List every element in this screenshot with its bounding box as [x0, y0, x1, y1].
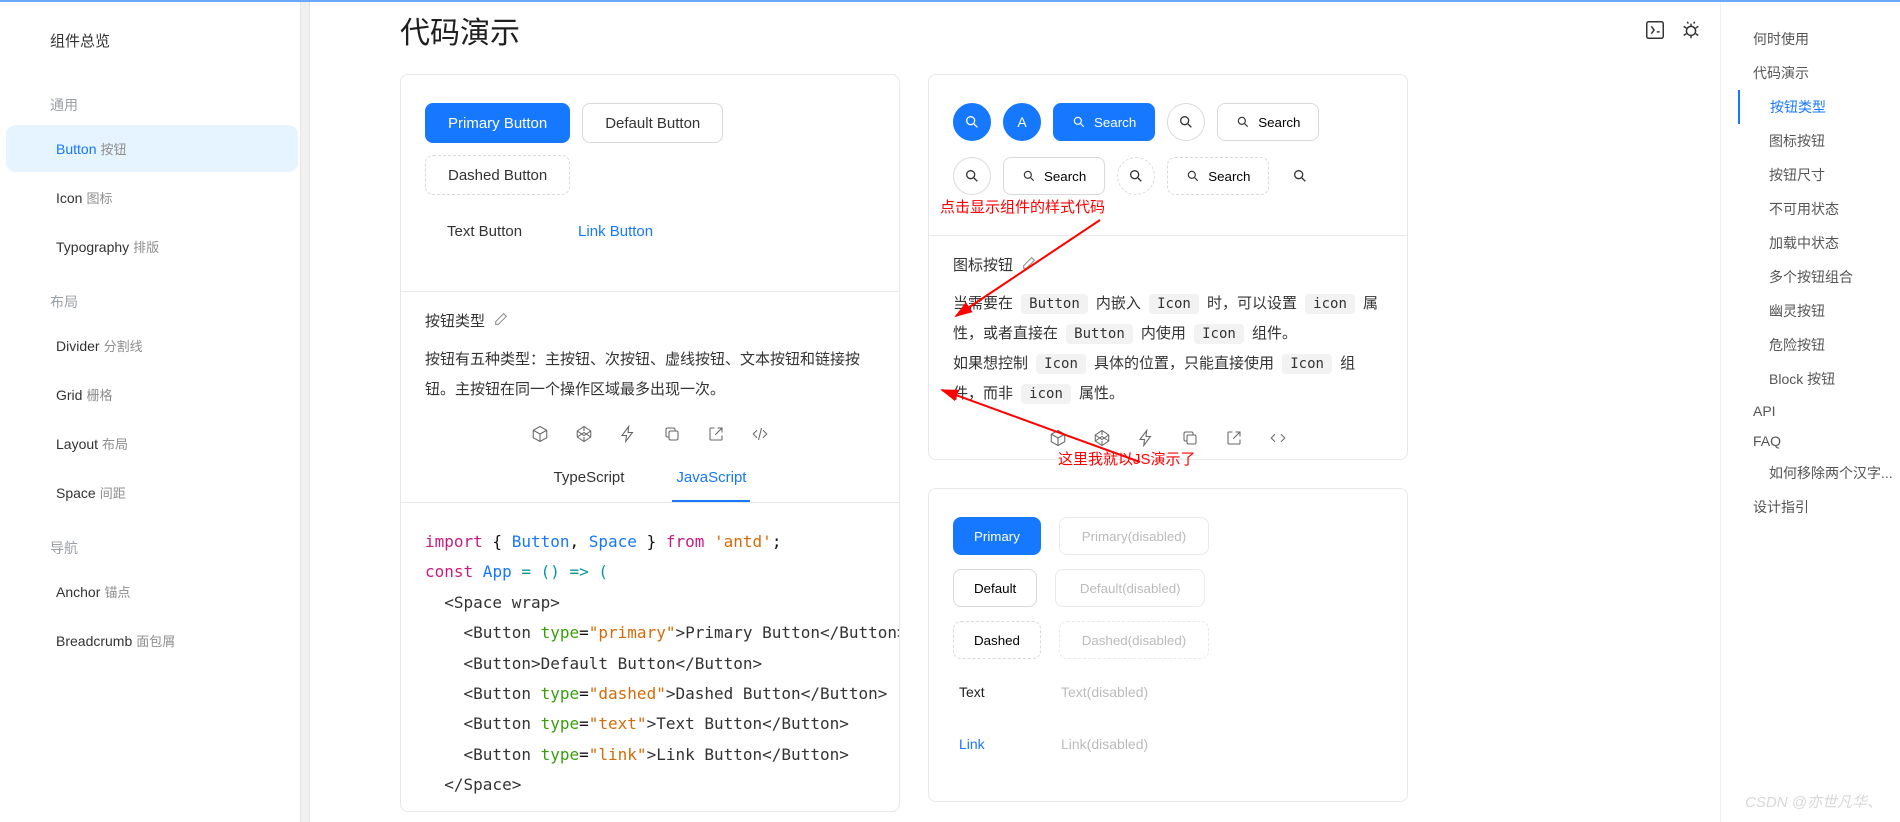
- anchor-item[interactable]: 图标按钮: [1739, 124, 1900, 158]
- search-circle-text[interactable]: [1281, 157, 1319, 195]
- search-button-default[interactable]: Search: [1217, 103, 1319, 141]
- sidebar-item-divider[interactable]: Divider分割线: [6, 322, 298, 369]
- anchor-item[interactable]: 按钮类型: [1738, 90, 1900, 124]
- sidebar-title: 组件总览: [0, 30, 310, 73]
- page-title: 代码演示: [400, 8, 520, 52]
- demo-card-disabled: Primary Primary(disabled) Default Defaul…: [928, 488, 1408, 802]
- sidebar: 组件总览 通用 Button按钮 Icon图标 Typography排版 布局 …: [0, 2, 310, 822]
- default-disabled-button: Default(disabled): [1055, 569, 1205, 607]
- dashed-button[interactable]: Dashed: [953, 621, 1041, 659]
- bug-icon[interactable]: [1680, 19, 1702, 41]
- tab-javascript[interactable]: JavaScript: [672, 455, 750, 502]
- copy-icon[interactable]: [663, 425, 681, 443]
- sidebar-group-label: 导航: [0, 530, 310, 566]
- search-circle-primary[interactable]: [953, 103, 991, 141]
- anchor-item[interactable]: API: [1739, 396, 1900, 426]
- watermark: CSDN @亦世凡华、: [1745, 791, 1882, 812]
- sidebar-item-anchor[interactable]: Anchor锚点: [6, 568, 298, 615]
- anchor-item[interactable]: 加载中状态: [1739, 226, 1900, 260]
- anchor-nav: 何时使用 代码演示 按钮类型 图标按钮 按钮尺寸 不可用状态 加载中状态 多个按…: [1720, 2, 1900, 822]
- search-button-primary[interactable]: Search: [1053, 103, 1155, 141]
- expand-code-icon[interactable]: [1644, 19, 1666, 41]
- sidebar-item-space[interactable]: Space间距: [6, 469, 298, 516]
- codesandbox-icon[interactable]: [531, 425, 549, 443]
- dashed-button[interactable]: Dashed Button: [425, 155, 570, 195]
- codepen-icon[interactable]: [575, 425, 593, 443]
- search-button-dashed[interactable]: Search: [1167, 157, 1269, 195]
- sidebar-item-icon[interactable]: Icon图标: [6, 174, 298, 221]
- search-circle-dashed[interactable]: [1117, 157, 1155, 195]
- text-disabled-button: Text(disabled): [1055, 673, 1154, 711]
- demo-card-button-types: Primary Button Default Button Dashed But…: [400, 74, 900, 812]
- anchor-item[interactable]: 多个按钮组合: [1739, 260, 1900, 294]
- sidebar-item-typography[interactable]: Typography排版: [6, 223, 298, 270]
- copy-icon[interactable]: [1181, 429, 1199, 447]
- demo-card-icon-buttons: A Search Search Search Search: [928, 74, 1408, 460]
- stackblitz-icon[interactable]: [619, 425, 637, 443]
- tab-typescript[interactable]: TypeScript: [550, 455, 629, 502]
- show-code-icon[interactable]: [1269, 429, 1287, 447]
- search-circle-default-2[interactable]: [953, 157, 991, 195]
- main-content: 代码演示 Primary Button Default Button Dashe…: [310, 2, 1720, 822]
- sidebar-item-breadcrumb[interactable]: Breadcrumb面包屑: [6, 617, 298, 664]
- sidebar-group-label: 布局: [0, 284, 310, 320]
- anchor-item[interactable]: Block 按钮: [1739, 362, 1900, 396]
- anchor-item[interactable]: 不可用状态: [1739, 192, 1900, 226]
- demo-title: 图标按钮: [953, 254, 1013, 275]
- primary-button[interactable]: Primary: [953, 517, 1041, 555]
- anchor-item[interactable]: 如何移除两个汉字...: [1739, 456, 1900, 490]
- text-button[interactable]: Text Button: [425, 211, 544, 251]
- stackblitz-icon[interactable]: [1137, 429, 1155, 447]
- demo-description: 按钮有五种类型：主按钮、次按钮、虚线按钮、文本按钮和链接按钮。主按钮在同一个操作…: [425, 345, 875, 405]
- sidebar-group-label: 通用: [0, 87, 310, 123]
- sidebar-item-layout[interactable]: Layout布局: [6, 420, 298, 467]
- anchor-item[interactable]: 何时使用: [1739, 22, 1900, 56]
- link-disabled-button: Link(disabled): [1055, 725, 1154, 763]
- anchor-item[interactable]: 幽灵按钮: [1739, 294, 1900, 328]
- demo-description: 当需要在 Button 内嵌入 Icon 时，可以设置 icon 属性，或者直接…: [953, 289, 1383, 409]
- codepen-icon[interactable]: [1093, 429, 1111, 447]
- action-bar: [401, 409, 899, 455]
- external-link-icon[interactable]: [1225, 429, 1243, 447]
- sidebar-item-button[interactable]: Button按钮: [6, 125, 298, 172]
- anchor-item[interactable]: 代码演示: [1739, 56, 1900, 90]
- anchor-item[interactable]: 设计指引: [1739, 490, 1900, 524]
- edit-icon[interactable]: [493, 311, 509, 331]
- code-block: import { Button, Space } from 'antd'; co…: [401, 503, 899, 811]
- anchor-item[interactable]: FAQ: [1739, 426, 1900, 456]
- default-button[interactable]: Default: [953, 569, 1037, 607]
- sidebar-item-grid[interactable]: Grid栅格: [6, 371, 298, 418]
- primary-disabled-button: Primary(disabled): [1059, 517, 1209, 555]
- link-button[interactable]: Link: [953, 725, 1037, 763]
- edit-icon[interactable]: [1021, 255, 1037, 275]
- text-button[interactable]: Text: [953, 673, 1037, 711]
- codesandbox-icon[interactable]: [1049, 429, 1067, 447]
- link-button[interactable]: Link Button: [556, 211, 675, 251]
- anchor-item[interactable]: 危险按钮: [1739, 328, 1900, 362]
- search-circle-default[interactable]: [1167, 103, 1205, 141]
- action-bar: [929, 413, 1407, 459]
- search-button-default-2[interactable]: Search: [1003, 157, 1105, 195]
- external-link-icon[interactable]: [707, 425, 725, 443]
- anchor-item[interactable]: 按钮尺寸: [1739, 158, 1900, 192]
- demo-title: 按钮类型: [425, 310, 485, 331]
- letter-circle[interactable]: A: [1003, 103, 1041, 141]
- default-button[interactable]: Default Button: [582, 103, 723, 143]
- primary-button[interactable]: Primary Button: [425, 103, 570, 143]
- dashed-disabled-button: Dashed(disabled): [1059, 621, 1209, 659]
- show-code-icon[interactable]: [751, 425, 769, 443]
